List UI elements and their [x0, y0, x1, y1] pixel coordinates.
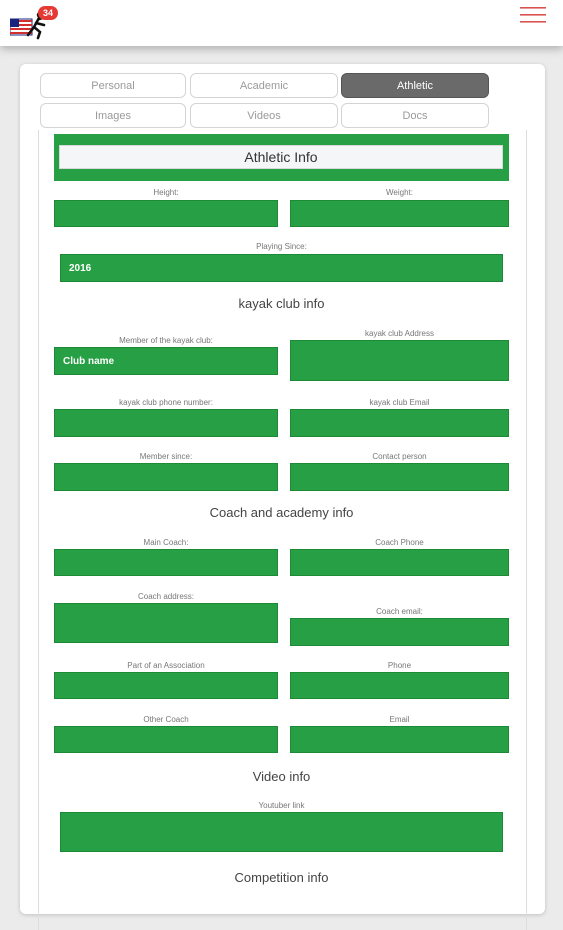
coach-phone-field[interactable]: [290, 549, 509, 576]
competition-section-title: Competition info: [234, 870, 329, 885]
other-coach-label: Other Coach: [143, 715, 189, 724]
phone-label: Phone: [387, 661, 412, 670]
contact-person-label: Contact person: [372, 452, 427, 461]
coach-address-field[interactable]: [54, 603, 278, 643]
top-app-bar: 34: [0, 0, 563, 46]
club-phone-label: kayak club phone number:: [119, 398, 213, 407]
member-since-label: Member since:: [139, 452, 193, 461]
club-email-field[interactable]: [290, 409, 509, 437]
other-coach-field[interactable]: [54, 726, 278, 753]
contact-person-field[interactable]: [290, 463, 509, 491]
youtube-link-label: Youtuber link: [258, 801, 305, 810]
youtube-link-field[interactable]: [60, 812, 503, 852]
playing-since-label: Playing Since:: [256, 242, 307, 251]
coach-phone-label: Coach Phone: [375, 538, 424, 547]
email-field[interactable]: [290, 726, 509, 753]
playing-since-field[interactable]: 2016: [60, 254, 503, 282]
email-label: Email: [389, 715, 410, 724]
hamburger-menu-icon[interactable]: [520, 6, 548, 24]
main-coach-field[interactable]: [54, 549, 278, 576]
club-phone-field[interactable]: [54, 409, 278, 437]
phone-field[interactable]: [290, 672, 509, 699]
member-since-field[interactable]: [54, 463, 278, 491]
tab-personal[interactable]: Personal: [40, 73, 186, 98]
association-label: Part of an Association: [127, 661, 205, 670]
tab-videos[interactable]: Videos: [190, 103, 338, 128]
height-label: Height:: [153, 188, 179, 197]
video-section-title: Video info: [252, 769, 311, 784]
club-member-label: Member of the kayak club:: [119, 336, 213, 345]
club-member-field[interactable]: Club name: [54, 347, 278, 375]
kayak-club-section-title: kayak club info: [238, 296, 325, 311]
association-field[interactable]: [54, 672, 278, 699]
club-address-label: kayak club Address: [365, 329, 434, 338]
athletic-info-title: Athletic Info: [59, 145, 503, 169]
tab-athletic[interactable]: Athletic: [341, 73, 489, 98]
coach-email-label: Coach email:: [376, 607, 423, 616]
tab-images[interactable]: Images: [40, 103, 186, 128]
coach-email-field[interactable]: [290, 618, 509, 646]
weight-field[interactable]: [290, 200, 509, 227]
tab-docs[interactable]: Docs: [341, 103, 489, 128]
notification-badge: 34: [38, 6, 58, 20]
weight-label: Weight:: [386, 188, 413, 197]
club-email-label: kayak club Email: [369, 398, 430, 407]
main-coach-label: Main Coach:: [143, 538, 189, 547]
height-field[interactable]: [54, 200, 278, 227]
coach-section-title: Coach and academy info: [209, 505, 354, 520]
tab-academic[interactable]: Academic: [190, 73, 338, 98]
club-address-field[interactable]: [290, 340, 509, 381]
coach-address-label: Coach address:: [137, 592, 195, 601]
